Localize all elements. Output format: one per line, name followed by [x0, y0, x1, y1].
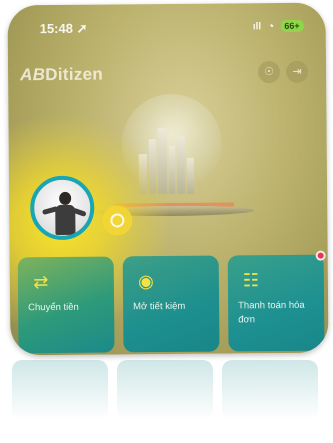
avatar-head [59, 191, 72, 205]
headset-icon: ☉ [264, 66, 275, 79]
app-logo: ABDitizen [20, 65, 103, 86]
avatar[interactable] [29, 175, 95, 241]
quick-action-label: Chuyển tiền [28, 301, 79, 314]
quick-action-transfer[interactable]: ⇄ Chuyển tiền [17, 256, 115, 354]
reflection-card [117, 360, 213, 420]
transfer-icon: ⇄ [33, 272, 49, 293]
status-time: 15:48 ➚ [40, 21, 88, 37]
phone-screen: 15:48 ➚ ıll ◔ 66+ ABDitizen ☉ ⇥ ⇄ Chuyển… [7, 2, 329, 356]
quick-action-label: Mở tiết kiệm [133, 300, 186, 313]
quick-actions: ⇄ Chuyển tiền ◉ Mở tiết kiệm ☷ Thanh toá… [17, 250, 326, 356]
quick-action-label: Thanh toán hóa đơn [238, 299, 305, 326]
logout-button[interactable]: ⇥ [285, 60, 309, 83]
quick-action-bill-payment[interactable]: ☷ Thanh toán hóa đơn [227, 250, 326, 352]
notification-badge [315, 250, 326, 261]
status-bar: 15:48 ➚ ıll ◔ 66+ [8, 19, 326, 42]
screen-reflection [12, 360, 324, 443]
logout-icon: ⇥ [292, 65, 302, 78]
wifi-icon: ◔ [267, 19, 275, 34]
piggy-bank-icon: ◉ [137, 271, 154, 292]
loading-ring-icon[interactable] [102, 205, 133, 236]
bill-icon: ☷ [242, 270, 260, 291]
location-arrow-icon: ➚ [76, 20, 88, 36]
reflection-card [222, 360, 318, 420]
logo-mark: AB [20, 65, 46, 85]
clock: 15:48 [39, 20, 73, 37]
screenshot-stage: 15:48 ➚ ıll ◔ 66+ ABDitizen ☉ ⇥ ⇄ Chuyển… [0, 0, 333, 443]
logo-text: Ditizen [45, 64, 104, 85]
reflection-card [12, 360, 108, 420]
signal-icon: ıll [252, 20, 262, 32]
quick-action-savings[interactable]: ◉ Mở tiết kiệm [122, 255, 220, 353]
status-icons: ıll ◔ 66+ [253, 19, 304, 33]
battery-indicator: 66+ [280, 19, 304, 33]
support-button[interactable]: ☉ [257, 61, 281, 84]
